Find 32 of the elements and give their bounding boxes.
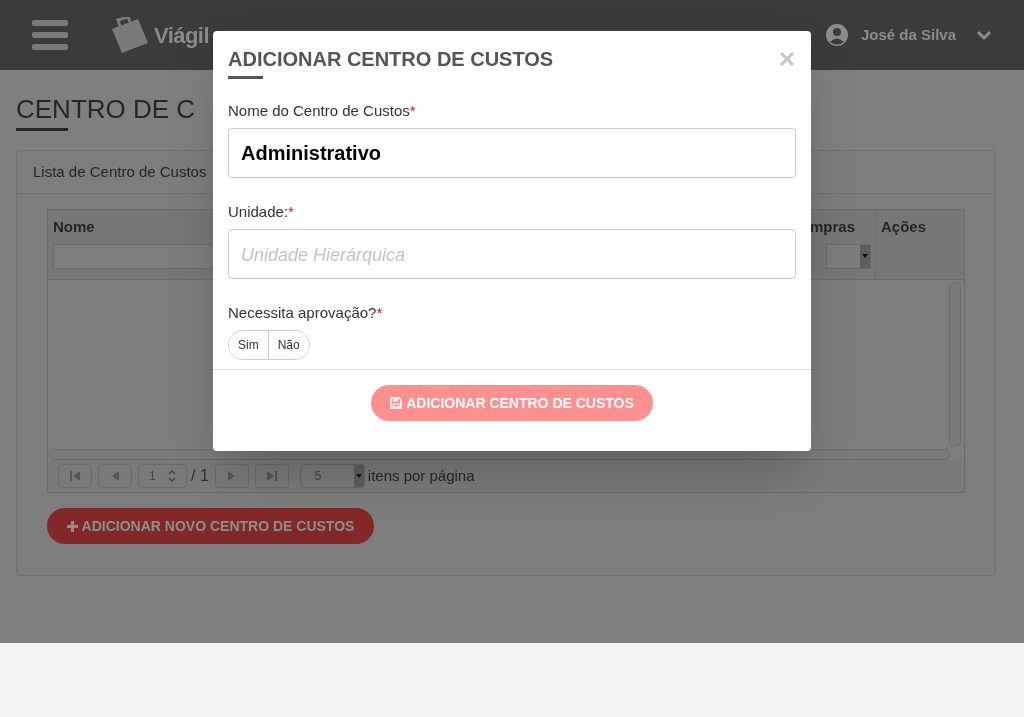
plus-icon — [66, 520, 78, 532]
caret-icon — [862, 254, 868, 258]
filter-dropdown[interactable] — [826, 243, 871, 269]
column-header: Nome — [53, 217, 96, 237]
menu-icon[interactable] — [32, 20, 68, 50]
spinner-arrows-icon[interactable] — [168, 470, 176, 482]
page-total: / 1 — [191, 466, 209, 486]
last-page-button[interactable] — [254, 464, 289, 488]
chevron-down-icon[interactable] — [976, 29, 992, 41]
user-avatar-icon — [824, 23, 849, 47]
previous-page-button[interactable] — [98, 464, 132, 488]
caret-icon — [355, 474, 362, 478]
field-label: Unidade:* — [228, 202, 295, 222]
field-label: Nome do Centro de Custos* — [228, 101, 417, 121]
next-page-button[interactable] — [214, 464, 249, 488]
unit-field[interactable]: Unidade Hierárquica — [228, 229, 796, 279]
dialog-title: ADICIONAR CENTRO DE CUSTOS — [228, 47, 554, 71]
page-title: CENTRO DE C — [16, 93, 196, 126]
skip-back-icon — [69, 470, 81, 482]
skip-forward-icon — [265, 470, 278, 482]
first-page-button[interactable] — [58, 464, 92, 488]
column-header: mpras — [809, 217, 855, 237]
user-name[interactable]: José da Silva — [860, 23, 956, 47]
column-header: Ações — [881, 217, 928, 237]
field-label: Necessita aprovação?* — [228, 303, 384, 323]
name-field[interactable]: Administrativo — [228, 128, 796, 178]
close-icon[interactable] — [780, 52, 794, 66]
panel-title: Lista de Centro de Custos — [33, 161, 207, 182]
logo-text: Viágil — [154, 21, 209, 50]
page-size-label: itens por página — [367, 465, 475, 486]
add-cost-center-button[interactable]: ADICIONAR NOVO CENTRO DE CUSTOS — [47, 508, 374, 544]
toggle-option[interactable]: Não — [267, 331, 309, 359]
